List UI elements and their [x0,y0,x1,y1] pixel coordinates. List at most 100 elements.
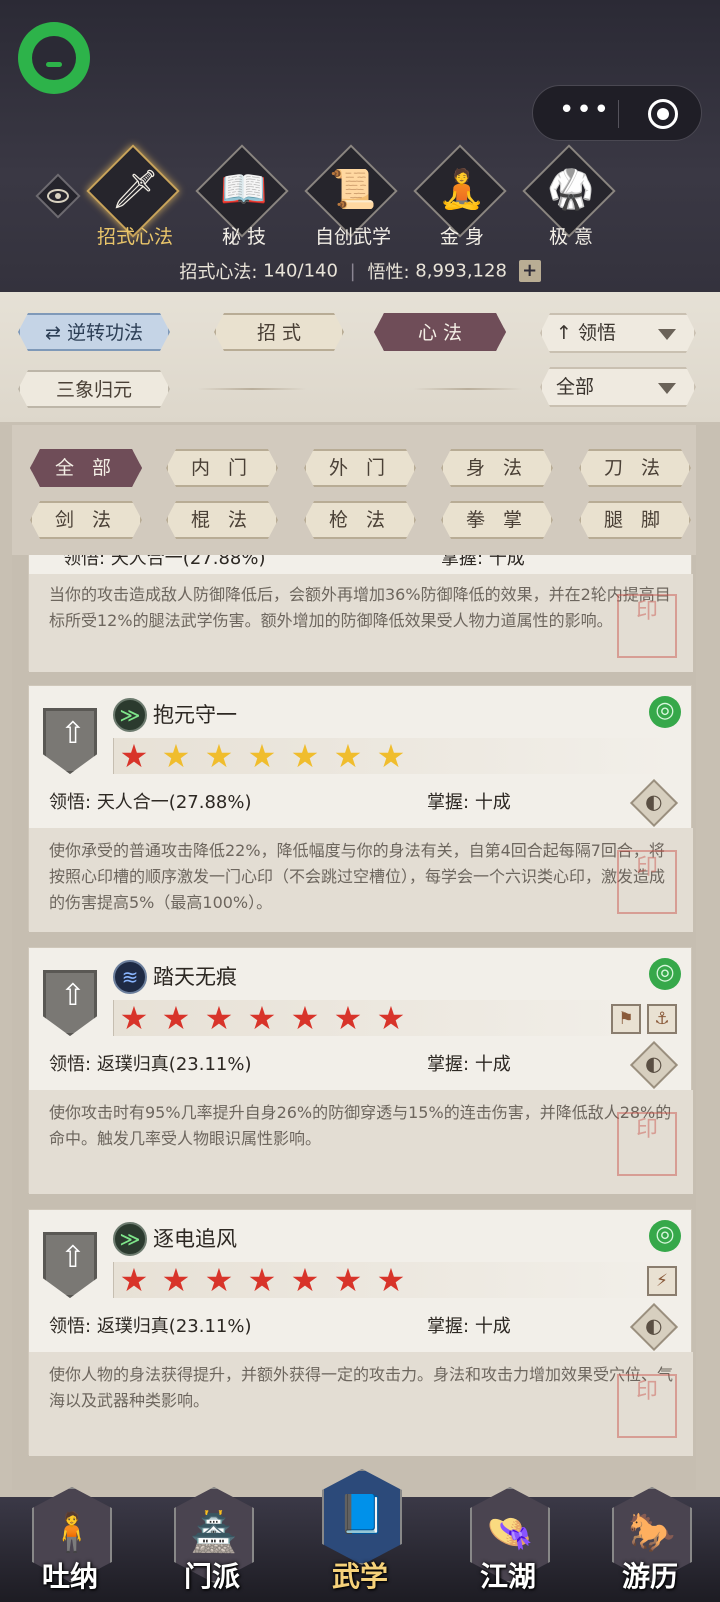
star-icon: ★ [290,737,320,775]
yin-yang-icon[interactable] [629,778,679,828]
star-icon: ★ [376,737,406,775]
star-icon: ★ [119,1261,149,1299]
star-icon: ★ [204,999,234,1037]
nav-sect[interactable]: 🏯 门派 [156,1487,268,1602]
rune-icon[interactable]: ◎ [649,1220,681,1252]
star-icon: ★ [247,737,277,775]
rune-icon[interactable]: ◎ [649,696,681,728]
scope-select[interactable]: 全部 [540,367,696,407]
three-unity-button[interactable]: 三象归元 [18,370,170,408]
filter-outer[interactable]: 外 门 [304,449,416,487]
filter-spear[interactable]: 枪 法 [304,501,416,539]
arrow-up-icon: ↑ [556,322,572,344]
star-icon: ★ [204,737,234,775]
boot-badge-icon: ⚑ [611,1004,641,1034]
filter-movement[interactable]: 身 法 [441,449,553,487]
chevron-down-icon [658,329,676,340]
nav-travel[interactable]: 🐎 游历 [594,1487,706,1602]
wind-step-icon: ≋ [113,960,147,994]
star-icon: ★ [247,1261,277,1299]
star-icon: ★ [333,737,363,775]
eye-icon [47,189,69,203]
skill-card[interactable]: ≫ 抱元守一 ◎ ★ ★ ★ ★ ★ ★ ★ 领悟: 天人合一(27.88%) … [28,685,693,932]
star-icon: ★ [290,999,320,1037]
star-icon: ★ [161,999,191,1037]
figure-icon: 🧍 [48,1510,96,1554]
swift-boot-icon: ≫ [113,1222,147,1256]
tab-mind[interactable]: 心 法 [374,313,506,351]
seal-stamp: 印 [617,1112,677,1176]
yin-yang-icon[interactable] [629,1040,679,1090]
book-icon: 📖 [220,167,268,211]
straw-hat-icon: 👒 [486,1510,534,1554]
skill-name: 逐电追风 [153,1227,237,1251]
tab-moves-mind[interactable]: 🗡 招式心法 [86,144,184,252]
star-icon: ★ [119,737,149,775]
swap-icon: ⇄ [45,322,61,344]
yin-yang-icon[interactable] [629,1302,679,1352]
star-icon: ★ [333,1261,363,1299]
star-icon: ★ [333,999,363,1037]
mini-program-capsule: ••• [532,85,702,141]
dragon-badge-icon: ⚡ [647,1266,677,1296]
close-target-icon[interactable] [648,99,678,129]
chat-icon[interactable] [18,22,90,94]
filter-sword[interactable]: 剑 法 [30,501,142,539]
filter-staff[interactable]: 棍 法 [166,501,278,539]
star-rating: ★ ★ ★ ★ ★ ★ ★ [113,1262,673,1298]
swift-boot-icon: ≫ [113,698,147,732]
eye-toggle-button[interactable] [35,173,81,219]
filter-all[interactable]: 全 部 [30,449,142,487]
star-icon: ★ [161,1261,191,1299]
skill-card[interactable]: ≫ 逐电追风 ◎ ★ ★ ★ ★ ★ ★ ★ ⚡ 领悟: 返璞归真(23.11%… [28,1209,693,1456]
star-icon: ★ [376,999,406,1037]
star-icon: ★ [247,999,277,1037]
horse-icon: 🐎 [628,1510,676,1554]
leg-badge-icon: ⚓ [647,1004,677,1034]
star-icon: ★ [161,737,191,775]
star-rating: ★ ★ ★ ★ ★ ★ ★ [113,1000,673,1036]
filter-leg[interactable]: 腿 脚 [579,501,691,539]
tab-ultimate[interactable]: 🥋 极 意 [522,144,620,252]
nav-breathe[interactable]: 🧍 吐纳 [14,1487,126,1602]
skill-card[interactable]: 领悟: 天人合一(27.88%) 掌握: 十成 当你的攻击造成敌人防御降低后，会… [28,555,693,672]
nav-martial[interactable]: 📘 武学 [304,1469,416,1602]
seal-stamp: 印 [617,850,677,914]
chevron-down-icon [658,383,676,394]
bottom-nav: 🧍 吐纳 🏯 门派 📘 武学 👒 江湖 🐎 游历 [0,1469,720,1602]
upgrade-shield-icon[interactable] [43,1232,97,1298]
filter-fist[interactable]: 拳 掌 [441,501,553,539]
scroll-icon: 📜 [329,167,377,211]
martial-stance-icon: 🥋 [547,167,595,211]
star-icon: ★ [119,999,149,1037]
star-icon: ★ [376,1261,406,1299]
tab-secret-skill[interactable]: 📖 秘 技 [195,144,293,252]
skill-card[interactable]: ≋ 踏天无痕 ◎ ★ ★ ★ ★ ★ ★ ★ ⚑ ⚓ 领悟: 返璞归真(23.1… [28,947,693,1194]
tab-moves[interactable]: 招 式 [214,313,344,351]
seal-stamp: 印 [617,1374,677,1438]
upgrade-shield-icon[interactable] [43,708,97,774]
more-options-button[interactable]: ••• [555,97,615,128]
reverse-skill-button[interactable]: ⇄ 逆转功法 [18,313,170,351]
tab-golden-body[interactable]: 🧘 金 身 [413,144,511,252]
filter-blade[interactable]: 刀 法 [579,449,691,487]
stats-bar: 招式心法: 140/140 | 悟性: 8,993,128 + [0,258,720,288]
filter-inner[interactable]: 内 门 [166,449,278,487]
add-insight-button[interactable]: + [518,260,541,282]
manual-icon: 📘 [338,1492,386,1536]
tab-self-created[interactable]: 📜 自创武学 [304,144,402,252]
skill-name: 抱元守一 [153,703,237,727]
nav-jianghu[interactable]: 👒 江湖 [452,1487,564,1602]
sword-icon: 🗡 [110,167,160,211]
rune-icon[interactable]: ◎ [649,958,681,990]
meditation-icon: 🧘 [438,167,486,211]
star-rating: ★ ★ ★ ★ ★ ★ ★ [113,738,673,774]
sort-select[interactable]: ↑ 领悟 [540,313,696,353]
banner-icon: 🏯 [190,1510,238,1554]
seal-stamp: 印 [617,594,677,658]
skill-list[interactable]: 领悟: 天人合一(27.88%) 掌握: 十成 当你的攻击造成敌人防御降低后，会… [12,555,696,1490]
upgrade-shield-icon[interactable] [43,970,97,1036]
star-icon: ★ [290,1261,320,1299]
star-icon: ★ [204,1261,234,1299]
skill-name: 踏天无痕 [153,965,237,989]
